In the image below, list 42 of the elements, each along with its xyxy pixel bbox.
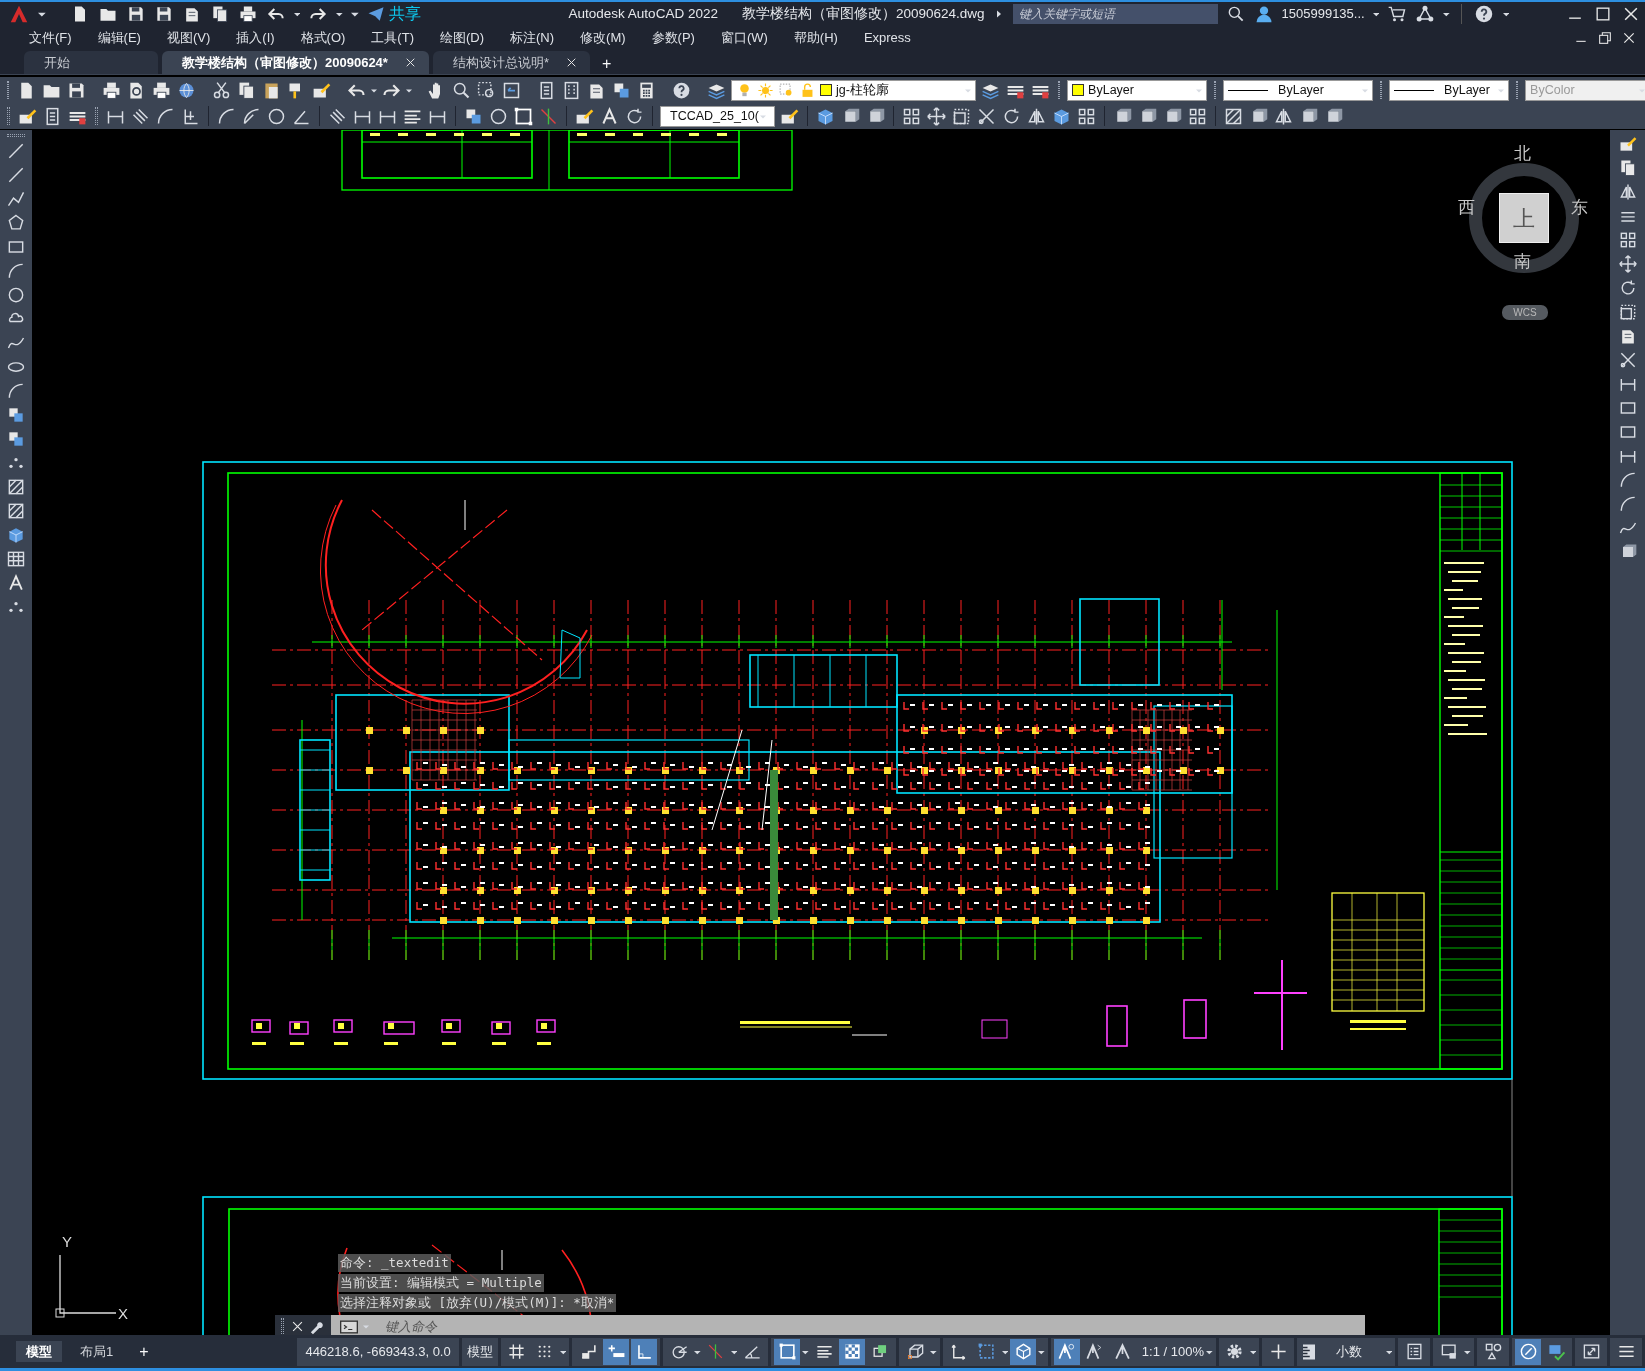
viewcube-face[interactable]: 上 bbox=[1499, 193, 1549, 243]
menu-item[interactable]: 帮助(H) bbox=[780, 28, 851, 48]
compass-west[interactable]: 西 bbox=[1458, 198, 1475, 218]
document-tab[interactable]: 教学楼结构（审图修改）20090624* bbox=[162, 51, 429, 74]
menu-item[interactable]: 工具(T) bbox=[358, 28, 427, 48]
document-tab[interactable]: 开始 bbox=[24, 51, 158, 74]
menu-item[interactable]: 标注(N) bbox=[497, 28, 568, 48]
layout-tab[interactable]: 模型 bbox=[16, 1340, 62, 1363]
x-axis-label: X bbox=[118, 1305, 128, 1322]
menu-item[interactable]: Express bbox=[850, 28, 924, 48]
menu-item[interactable]: 参数(P) bbox=[638, 28, 708, 48]
menu-item[interactable]: 视图(V) bbox=[153, 28, 224, 48]
wcs-menu[interactable]: WCS bbox=[1502, 305, 1548, 320]
menu-item[interactable]: 插入(I) bbox=[223, 28, 288, 48]
menu-item[interactable]: 窗口(W) bbox=[707, 28, 781, 48]
coordinates-readout: 446218.6, -669343.3, 0.0 bbox=[297, 1337, 459, 1366]
document-title: 教学楼结构（审图修改）20090624.dwg bbox=[741, 4, 985, 23]
new-tab-button[interactable]: + bbox=[593, 54, 620, 74]
color-dropdown[interactable]: ByLayer bbox=[1067, 79, 1208, 101]
y-axis-label: Y bbox=[62, 1233, 72, 1250]
plot-style-dropdown: ByColor bbox=[1525, 79, 1645, 101]
text-style-dropdown[interactable]: TCCAD_25_10( bbox=[660, 105, 775, 127]
search-field[interactable]: 键入关键字或短语 bbox=[1012, 4, 1218, 24]
model-space-button[interactable]: 模型 bbox=[461, 1337, 498, 1366]
lineweight-dropdown[interactable]: ByLayer bbox=[1389, 79, 1510, 101]
menu-item[interactable]: 修改(M) bbox=[567, 28, 639, 48]
compass-north[interactable]: 北 bbox=[1514, 144, 1531, 164]
menu-item[interactable]: 绘图(D) bbox=[426, 28, 497, 48]
user-name[interactable]: 1505999135... bbox=[1281, 4, 1365, 24]
command-input[interactable]: 键入命令 bbox=[381, 1315, 1365, 1335]
menu-item[interactable]: 编辑(E) bbox=[84, 28, 154, 48]
layer-dropdown[interactable]: jg-柱轮廓 bbox=[731, 79, 977, 101]
menu-item[interactable]: 文件(F) bbox=[16, 28, 85, 48]
new-layout-button[interactable]: + bbox=[131, 1339, 157, 1364]
layout-tab[interactable]: 布局1 bbox=[70, 1340, 124, 1363]
linetype-dropdown[interactable]: ByLayer bbox=[1223, 79, 1374, 101]
share-button[interactable]: 共享 bbox=[366, 2, 421, 26]
compass-south[interactable]: 南 bbox=[1514, 252, 1531, 272]
document-tab[interactable]: 结构设计总说明* bbox=[432, 51, 590, 74]
app-title: Autodesk AutoCAD 2022 bbox=[568, 4, 718, 23]
menu-item[interactable]: 格式(O) bbox=[287, 28, 359, 48]
compass-east[interactable]: 东 bbox=[1571, 198, 1588, 218]
